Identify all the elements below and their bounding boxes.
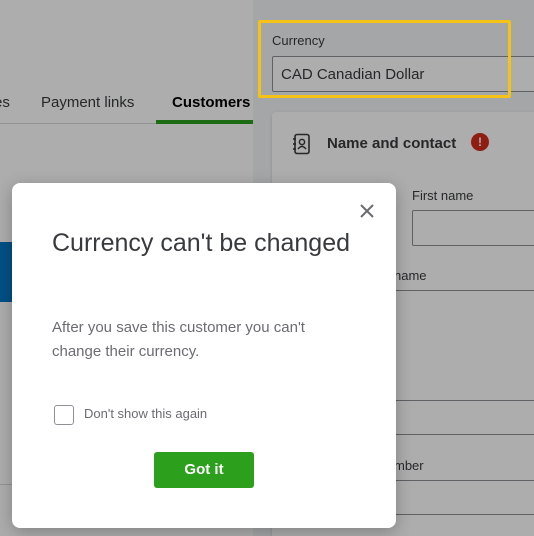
- dont-show-again-checkbox[interactable]: [54, 405, 74, 425]
- dialog-title: Currency can't be changed: [52, 229, 351, 257]
- got-it-button[interactable]: Got it: [154, 452, 254, 488]
- close-icon[interactable]: [358, 202, 376, 220]
- dialog-message: After you save this customer you can't c…: [52, 319, 305, 360]
- dont-show-again-label[interactable]: Don't show this again: [84, 406, 207, 421]
- currency-warning-dialog: Currency can't be changed After you save…: [12, 183, 396, 528]
- currency-highlight: [258, 20, 511, 98]
